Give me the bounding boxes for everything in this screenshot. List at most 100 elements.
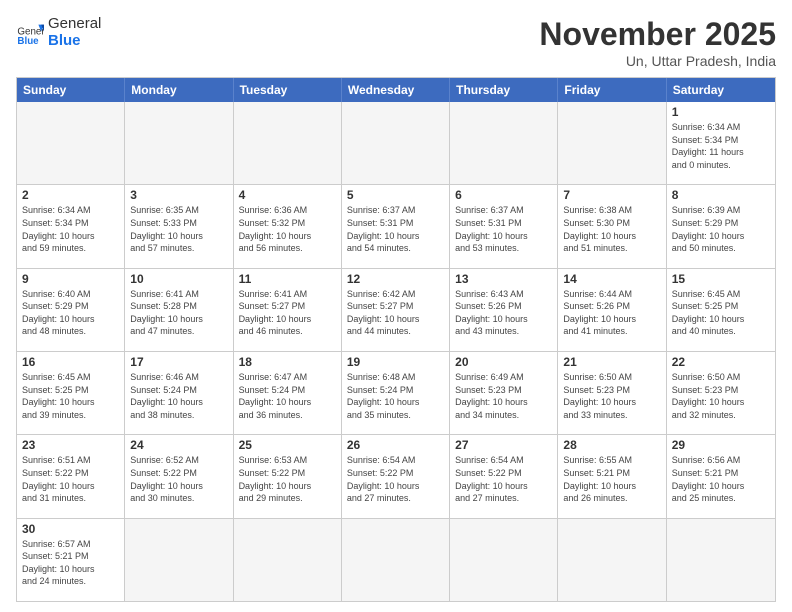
day-number: 13 bbox=[455, 272, 552, 286]
page: General Blue General Blue November 2025 … bbox=[0, 0, 792, 612]
header: General Blue General Blue November 2025 … bbox=[16, 16, 776, 69]
day-info: Sunrise: 6:38 AM Sunset: 5:30 PM Dayligh… bbox=[563, 204, 660, 254]
day-info: Sunrise: 6:35 AM Sunset: 5:33 PM Dayligh… bbox=[130, 204, 227, 254]
day-number: 12 bbox=[347, 272, 444, 286]
day-number: 9 bbox=[22, 272, 119, 286]
calendar-header-cell: Wednesday bbox=[342, 78, 450, 102]
calendar-cell: 18 Sunrise: 6:47 AM Sunset: 5:24 PM Dayli… bbox=[234, 352, 342, 434]
day-number: 25 bbox=[239, 438, 336, 452]
calendar-cell: 16 Sunrise: 6:45 AM Sunset: 5:25 PM Dayli… bbox=[17, 352, 125, 434]
day-number: 8 bbox=[672, 188, 770, 202]
calendar-row: 9Sunrise: 6:40 AM Sunset: 5:29 PM Daylig… bbox=[17, 269, 775, 352]
calendar-row: 30 Sunrise: 6:57 AM Sunset: 5:21 PM Dayli… bbox=[17, 519, 775, 601]
calendar-cell: 23 Sunrise: 6:51 AM Sunset: 5:22 PM Dayli… bbox=[17, 435, 125, 517]
calendar-cell: 27 Sunrise: 6:54 AM Sunset: 5:22 PM Dayli… bbox=[450, 435, 558, 517]
calendar-cell: 29Sunrise: 6:56 AM Sunset: 5:21 PM Dayli… bbox=[667, 435, 775, 517]
day-info: Sunrise: 6:45 AM Sunset: 5:25 PM Dayligh… bbox=[672, 288, 770, 338]
day-number: 6 bbox=[455, 188, 552, 202]
day-info: Sunrise: 6:52 AM Sunset: 5:22 PM Dayligh… bbox=[130, 454, 227, 504]
calendar-header: SundayMondayTuesdayWednesdayThursdayFrid… bbox=[17, 78, 775, 102]
calendar-cell bbox=[342, 102, 450, 184]
day-number: 23 bbox=[22, 438, 119, 452]
day-number: 20 bbox=[455, 355, 552, 369]
calendar-cell: 22Sunrise: 6:50 AM Sunset: 5:23 PM Dayli… bbox=[667, 352, 775, 434]
day-number: 22 bbox=[672, 355, 770, 369]
calendar-cell bbox=[125, 102, 233, 184]
calendar-cell bbox=[125, 519, 233, 601]
day-info: Sunrise: 6:51 AM Sunset: 5:22 PM Dayligh… bbox=[22, 454, 119, 504]
calendar-cell: 9Sunrise: 6:40 AM Sunset: 5:29 PM Daylig… bbox=[17, 269, 125, 351]
day-info: Sunrise: 6:34 AM Sunset: 5:34 PM Dayligh… bbox=[672, 121, 770, 171]
calendar-cell: 24 Sunrise: 6:52 AM Sunset: 5:22 PM Dayli… bbox=[125, 435, 233, 517]
day-info: Sunrise: 6:39 AM Sunset: 5:29 PM Dayligh… bbox=[672, 204, 770, 254]
day-info: Sunrise: 6:41 AM Sunset: 5:28 PM Dayligh… bbox=[130, 288, 227, 338]
svg-text:Blue: Blue bbox=[17, 36, 39, 47]
day-number: 19 bbox=[347, 355, 444, 369]
calendar-cell bbox=[667, 519, 775, 601]
day-number: 7 bbox=[563, 188, 660, 202]
day-info: Sunrise: 6:54 AM Sunset: 5:22 PM Dayligh… bbox=[347, 454, 444, 504]
day-info: Sunrise: 6:45 AM Sunset: 5:25 PM Dayligh… bbox=[22, 371, 119, 421]
calendar-body: 1 Sunrise: 6:34 AM Sunset: 5:34 PM Daylig… bbox=[17, 102, 775, 601]
calendar-cell: 14Sunrise: 6:44 AM Sunset: 5:26 PM Dayli… bbox=[558, 269, 666, 351]
location-subtitle: Un, Uttar Pradesh, India bbox=[539, 53, 776, 69]
calendar-cell bbox=[558, 519, 666, 601]
calendar-row: 23 Sunrise: 6:51 AM Sunset: 5:22 PM Dayli… bbox=[17, 435, 775, 518]
calendar-cell: 11Sunrise: 6:41 AM Sunset: 5:27 PM Dayli… bbox=[234, 269, 342, 351]
day-number: 28 bbox=[563, 438, 660, 452]
day-info: Sunrise: 6:34 AM Sunset: 5:34 PM Dayligh… bbox=[22, 204, 119, 254]
day-number: 29 bbox=[672, 438, 770, 452]
calendar-cell: 28 Sunrise: 6:55 AM Sunset: 5:21 PM Dayli… bbox=[558, 435, 666, 517]
calendar-cell bbox=[234, 102, 342, 184]
day-info: Sunrise: 6:47 AM Sunset: 5:24 PM Dayligh… bbox=[239, 371, 336, 421]
calendar-cell: 19 Sunrise: 6:48 AM Sunset: 5:24 PM Dayli… bbox=[342, 352, 450, 434]
calendar-header-cell: Monday bbox=[125, 78, 233, 102]
day-info: Sunrise: 6:54 AM Sunset: 5:22 PM Dayligh… bbox=[455, 454, 552, 504]
calendar-cell: 2Sunrise: 6:34 AM Sunset: 5:34 PM Daylig… bbox=[17, 185, 125, 267]
day-number: 4 bbox=[239, 188, 336, 202]
calendar-cell: 5Sunrise: 6:37 AM Sunset: 5:31 PM Daylig… bbox=[342, 185, 450, 267]
calendar-header-cell: Friday bbox=[558, 78, 666, 102]
calendar-cell: 25 Sunrise: 6:53 AM Sunset: 5:22 PM Dayli… bbox=[234, 435, 342, 517]
day-number: 15 bbox=[672, 272, 770, 286]
day-number: 27 bbox=[455, 438, 552, 452]
day-info: Sunrise: 6:50 AM Sunset: 5:23 PM Dayligh… bbox=[563, 371, 660, 421]
day-info: Sunrise: 6:37 AM Sunset: 5:31 PM Dayligh… bbox=[347, 204, 444, 254]
day-number: 16 bbox=[22, 355, 119, 369]
day-info: Sunrise: 6:48 AM Sunset: 5:24 PM Dayligh… bbox=[347, 371, 444, 421]
day-info: Sunrise: 6:55 AM Sunset: 5:21 PM Dayligh… bbox=[563, 454, 660, 504]
calendar-cell bbox=[450, 102, 558, 184]
calendar-header-cell: Tuesday bbox=[234, 78, 342, 102]
calendar-row: 1 Sunrise: 6:34 AM Sunset: 5:34 PM Daylig… bbox=[17, 102, 775, 185]
day-info: Sunrise: 6:46 AM Sunset: 5:24 PM Dayligh… bbox=[130, 371, 227, 421]
calendar-cell: 3Sunrise: 6:35 AM Sunset: 5:33 PM Daylig… bbox=[125, 185, 233, 267]
calendar-header-cell: Thursday bbox=[450, 78, 558, 102]
day-info: Sunrise: 6:43 AM Sunset: 5:26 PM Dayligh… bbox=[455, 288, 552, 338]
calendar-row: 16 Sunrise: 6:45 AM Sunset: 5:25 PM Dayli… bbox=[17, 352, 775, 435]
calendar-cell: 15 Sunrise: 6:45 AM Sunset: 5:25 PM Dayli… bbox=[667, 269, 775, 351]
calendar: SundayMondayTuesdayWednesdayThursdayFrid… bbox=[16, 77, 776, 602]
calendar-cell: 17Sunrise: 6:46 AM Sunset: 5:24 PM Dayli… bbox=[125, 352, 233, 434]
calendar-cell: 12Sunrise: 6:42 AM Sunset: 5:27 PM Dayli… bbox=[342, 269, 450, 351]
day-info: Sunrise: 6:41 AM Sunset: 5:27 PM Dayligh… bbox=[239, 288, 336, 338]
calendar-cell: 26Sunrise: 6:54 AM Sunset: 5:22 PM Dayli… bbox=[342, 435, 450, 517]
calendar-cell bbox=[17, 102, 125, 184]
day-number: 24 bbox=[130, 438, 227, 452]
day-info: Sunrise: 6:53 AM Sunset: 5:22 PM Dayligh… bbox=[239, 454, 336, 504]
calendar-cell: 20Sunrise: 6:49 AM Sunset: 5:23 PM Dayli… bbox=[450, 352, 558, 434]
day-number: 1 bbox=[672, 105, 770, 119]
day-number: 18 bbox=[239, 355, 336, 369]
day-info: Sunrise: 6:37 AM Sunset: 5:31 PM Dayligh… bbox=[455, 204, 552, 254]
calendar-cell: 13 Sunrise: 6:43 AM Sunset: 5:26 PM Dayli… bbox=[450, 269, 558, 351]
calendar-cell: 1 Sunrise: 6:34 AM Sunset: 5:34 PM Daylig… bbox=[667, 102, 775, 184]
day-number: 10 bbox=[130, 272, 227, 286]
day-number: 30 bbox=[22, 522, 119, 536]
calendar-cell bbox=[450, 519, 558, 601]
calendar-cell: 7 Sunrise: 6:38 AM Sunset: 5:30 PM Daylig… bbox=[558, 185, 666, 267]
calendar-cell: 30 Sunrise: 6:57 AM Sunset: 5:21 PM Dayli… bbox=[17, 519, 125, 601]
calendar-cell bbox=[558, 102, 666, 184]
day-info: Sunrise: 6:57 AM Sunset: 5:21 PM Dayligh… bbox=[22, 538, 119, 588]
calendar-header-cell: Sunday bbox=[17, 78, 125, 102]
month-title: November 2025 bbox=[539, 16, 776, 53]
day-number: 14 bbox=[563, 272, 660, 286]
